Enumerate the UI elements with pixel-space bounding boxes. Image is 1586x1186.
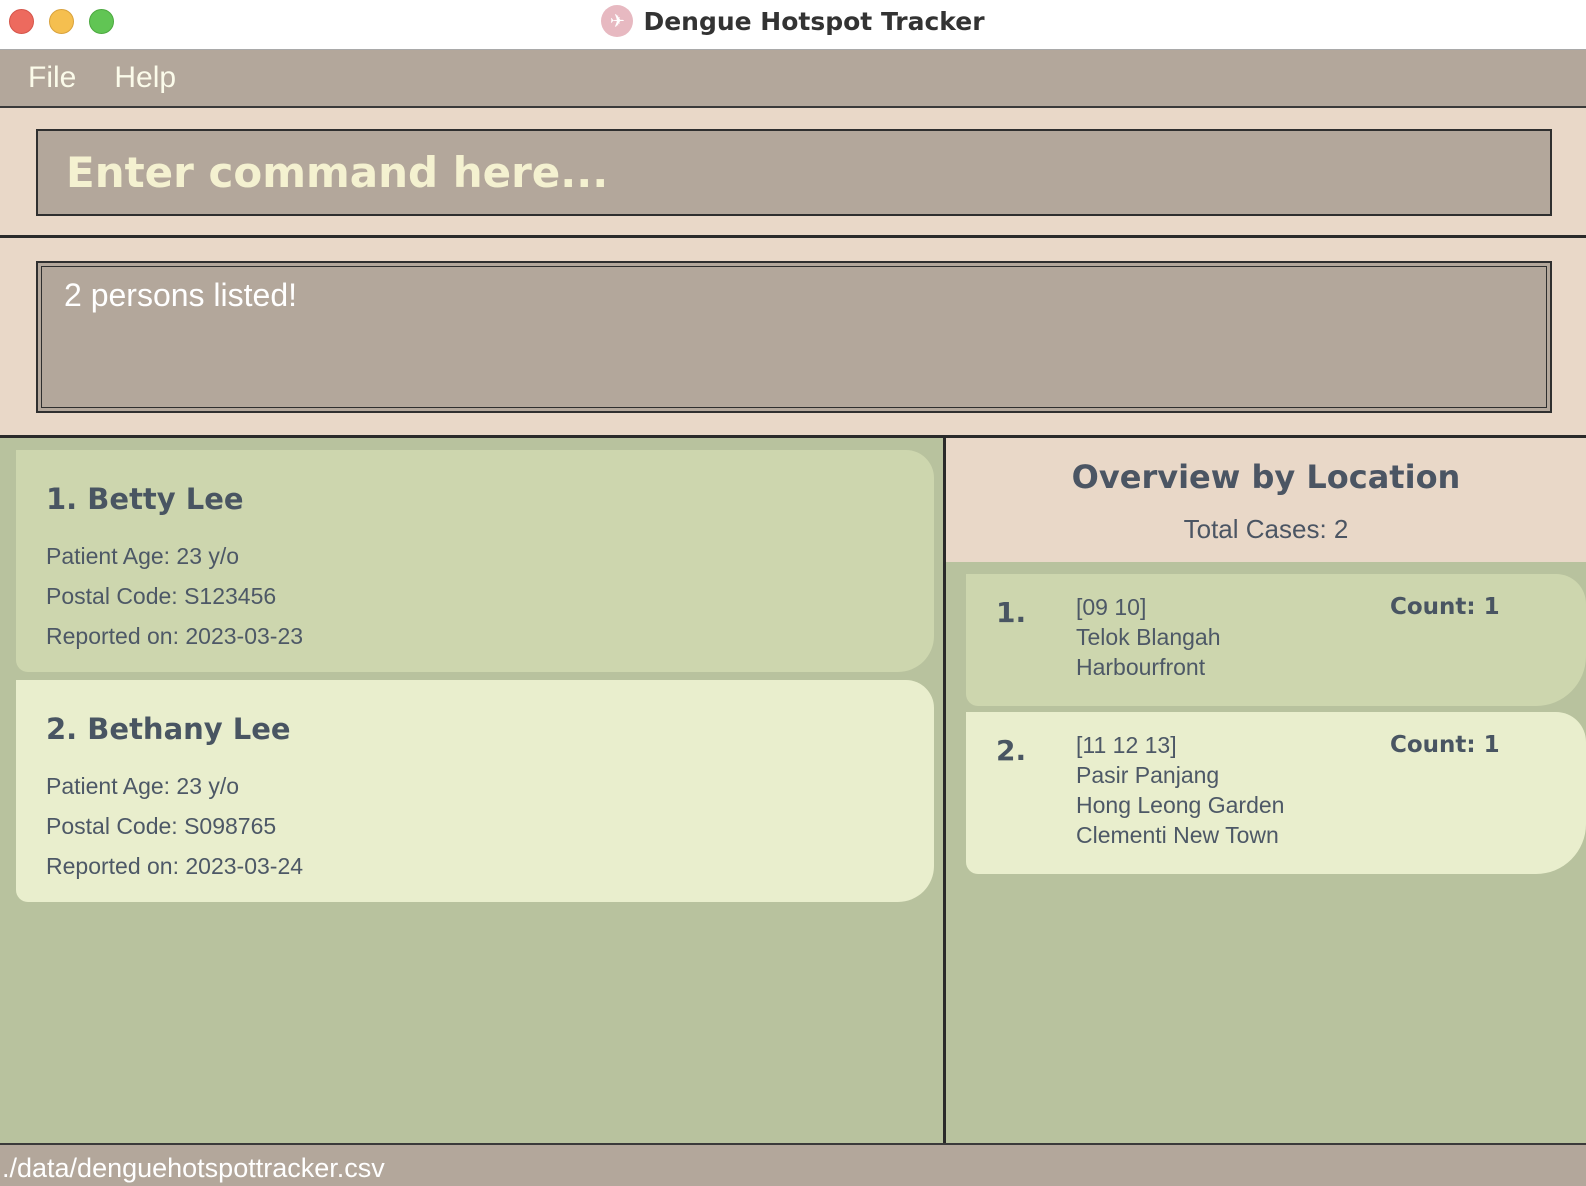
location-index: 2.	[996, 734, 1027, 767]
total-cases: Total Cases: 2	[1183, 514, 1349, 544]
location-count: Count: 1	[1390, 594, 1500, 620]
location-area: Clementi New Town	[1076, 822, 1279, 848]
location-count: Count: 1	[1390, 732, 1500, 758]
person-postal-code: Postal Code: S098765	[46, 813, 277, 839]
location-area: Pasir Panjang	[1076, 762, 1220, 788]
location-districts: [09 10]	[1076, 594, 1147, 620]
command-input[interactable]: Enter command here...	[36, 129, 1552, 216]
menu-file[interactable]: File	[28, 61, 76, 95]
location-details: [09 10] Telok Blangah Harbourfront	[1076, 592, 1221, 682]
window-title-group: ✈ Dengue Hotspot Tracker	[0, 0, 1586, 42]
command-area: Enter command here...	[0, 108, 1586, 238]
location-card[interactable]: 2. [11 12 13] Pasir Panjang Hong Leong G…	[966, 712, 1586, 874]
overview-header: Overview by Location Total Cases: 2	[946, 438, 1586, 562]
location-details: [11 12 13] Pasir Panjang Hong Leong Gard…	[1076, 730, 1284, 850]
mosquito-icon: ✈	[601, 5, 634, 37]
person-list-panel[interactable]: 1. Betty Lee Patient Age: 23 y/o Postal …	[0, 438, 943, 1143]
location-area: Telok Blangah	[1076, 624, 1221, 650]
title-bar: ✈ Dengue Hotspot Tracker	[0, 0, 1586, 50]
person-postal-code: Postal Code: S123456	[46, 583, 277, 609]
location-card[interactable]: 1. [09 10] Telok Blangah Harbourfront Co…	[966, 574, 1586, 706]
menu-help[interactable]: Help	[114, 61, 176, 95]
status-bar: ./data/denguehotspottracker.csv	[0, 1143, 1586, 1186]
person-reported-date: Reported on: 2023-03-24	[46, 853, 304, 879]
result-display: 2 persons listed!	[36, 261, 1552, 413]
data-file-path: ./data/denguehotspottracker.csv	[2, 1153, 385, 1183]
person-card[interactable]: 1. Betty Lee Patient Age: 23 y/o Postal …	[16, 450, 934, 672]
overview-panel: Overview by Location Total Cases: 2 1. […	[946, 438, 1586, 1143]
location-area: Hong Leong Garden	[1076, 792, 1285, 818]
menu-bar: File Help	[0, 50, 1586, 108]
person-reported-date: Reported on: 2023-03-23	[46, 623, 304, 649]
person-name: 1. Betty Lee	[46, 482, 244, 516]
location-index: 1.	[996, 596, 1027, 629]
location-districts: [11 12 13]	[1076, 732, 1177, 758]
result-area: 2 persons listed!	[0, 238, 1586, 438]
person-name: 2. Bethany Lee	[46, 712, 291, 746]
person-age: Patient Age: 23 y/o	[46, 773, 240, 799]
location-area: Harbourfront	[1076, 654, 1206, 680]
person-age: Patient Age: 23 y/o	[46, 543, 240, 569]
window-title: Dengue Hotspot Tracker	[643, 6, 985, 36]
person-card[interactable]: 2. Bethany Lee Patient Age: 23 y/o Posta…	[16, 680, 934, 902]
overview-title: Overview by Location	[1071, 458, 1461, 496]
